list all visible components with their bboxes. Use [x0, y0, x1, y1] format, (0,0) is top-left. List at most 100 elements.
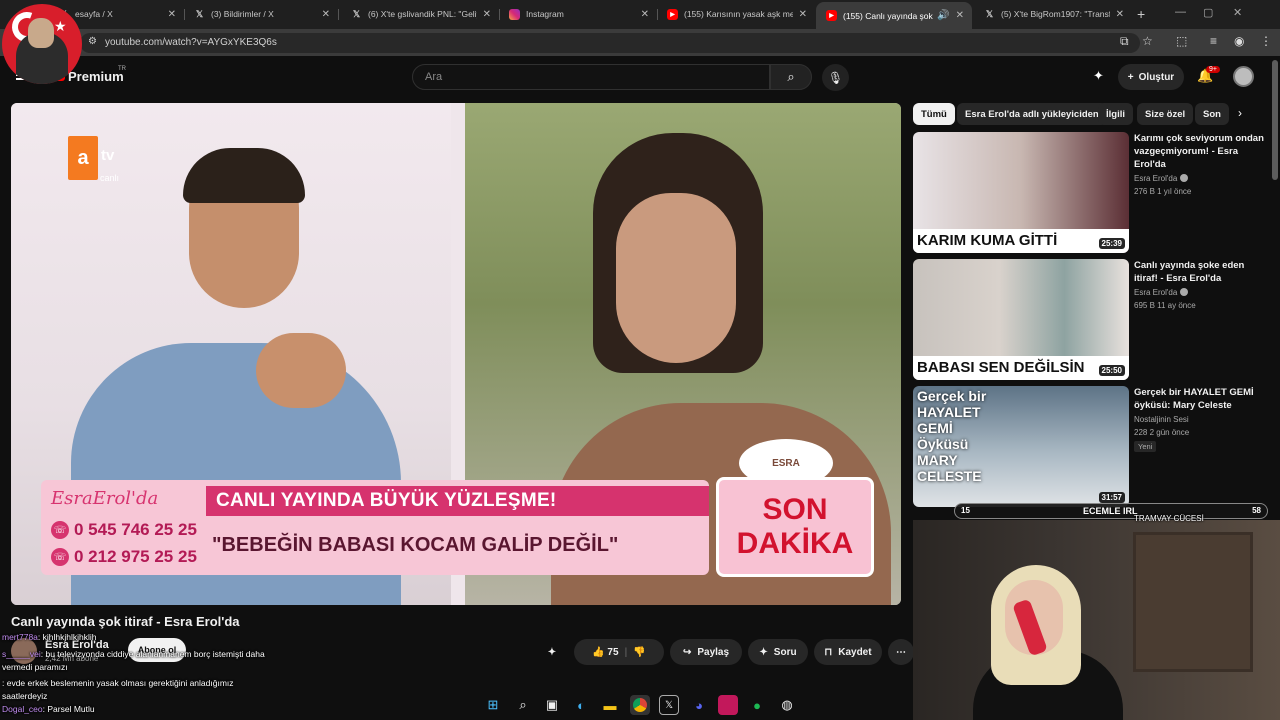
media-control-icon[interactable]: ≡	[1210, 34, 1217, 48]
video-title[interactable]: Gerçek bir HAYALET GEMİ öyküsü: Mary Cel…	[1134, 386, 1264, 412]
cast-icon[interactable]: ⧉	[1120, 34, 1129, 49]
video-player[interactable]: a tv canlı ESRA EsraErol'da ☏ 0 545 746 …	[11, 103, 901, 605]
edge-icon[interactable]: ◐	[571, 695, 591, 715]
address-bar: ⚙ youtube.com/watch?v=AYGxYKE3Q6s ⧉ ☆ ⬚ …	[0, 29, 1280, 56]
browser-tab-3[interactable]: 𝕏 (6) X'te gslivandik PNL: "Geliy ✕	[341, 3, 499, 25]
ask-button[interactable]: ✦ Soru	[748, 639, 808, 665]
search-icon: ⌕	[787, 69, 795, 84]
close-icon[interactable]: ✕	[956, 10, 964, 21]
site-info-icon[interactable]: ⚙	[88, 36, 97, 47]
new-tab-button[interactable]: +	[1137, 6, 1145, 22]
more-actions-button[interactable]: ⋯	[888, 639, 914, 665]
instagram-icon	[509, 8, 520, 20]
search-button[interactable]: ⌕	[770, 64, 812, 90]
maximize-icon[interactable]: ▢	[1203, 6, 1213, 19]
minimize-icon[interactable]: —	[1175, 6, 1186, 18]
profile-icon[interactable]: ◉	[1234, 34, 1244, 48]
bookmark-star-icon[interactable]: ☆	[1142, 34, 1153, 48]
share-icon: ↪	[682, 646, 692, 658]
dislike-button[interactable]: 👎	[633, 647, 645, 658]
chrome-icon[interactable]	[630, 695, 650, 715]
chip-for-you[interactable]: Size özel	[1137, 103, 1194, 125]
tab-title: (155) Karısının yasak aşk mesa	[684, 9, 793, 19]
chat-message: vermedi paramızı	[2, 662, 68, 672]
search-box[interactable]	[412, 64, 770, 90]
browser-tab-5[interactable]: ▶ (155) Karısının yasak aşk mesa ✕	[657, 3, 815, 25]
subheadline: "BEBEĞİN BABASI KOCAM GALİP DEĞİL"	[212, 533, 619, 556]
browser-tab-2[interactable]: 𝕏 (3) Bildirimler / X ✕	[184, 3, 338, 25]
spotify-icon[interactable]: ●	[747, 695, 767, 715]
cast-icon[interactable]: ✦	[1093, 68, 1104, 84]
tab-divider	[338, 9, 339, 20]
account-avatar[interactable]	[1233, 66, 1254, 87]
browser-tab-7[interactable]: 𝕏 (5) X'te BigRom1907: "Transfer ✕	[974, 3, 1132, 25]
video-title[interactable]: Canlı yayında şoke eden itiraf! - Esra E…	[1134, 259, 1264, 285]
like-button[interactable]: 👍 75	[592, 647, 618, 658]
close-icon[interactable]: ✕	[322, 9, 330, 20]
video-title[interactable]: Karımı çok seviyorum ondan vazgeçmiyorum…	[1134, 132, 1264, 171]
x-icon: 𝕏	[352, 8, 361, 19]
windows-start-icon[interactable]: ⊞	[483, 695, 503, 715]
file-explorer-icon[interactable]: ▬	[600, 695, 620, 715]
save-button[interactable]: ⊓ Kaydet	[814, 639, 882, 665]
video-thumbnail[interactable]: BABASI SEN DEĞİLSİN 25:50	[913, 259, 1129, 380]
video-duration: 25:39	[1098, 238, 1125, 249]
create-label: Oluştur	[1138, 71, 1175, 83]
atv-logo: a	[68, 136, 98, 180]
banner-left: 15	[961, 506, 970, 515]
extensions-icon[interactable]: ⬚	[1176, 34, 1187, 48]
chip-all[interactable]: Tümü	[913, 103, 955, 125]
lower-third: EsraErol'da ☏ 0 545 746 25 25 ☏ 0 212 97…	[41, 477, 875, 577]
channel-name[interactable]: Nostaljinin Sesi	[1134, 415, 1189, 424]
chat-message: Dogal_ceo: Parsel Mutlu	[2, 704, 95, 714]
youtube-brand[interactable]: Premium	[68, 69, 124, 84]
close-icon[interactable]: ✕	[1116, 9, 1124, 20]
discord-icon[interactable]: ◕	[689, 695, 709, 715]
task-view-icon[interactable]: ▣	[542, 695, 562, 715]
chevron-right-icon[interactable]: ›	[1238, 106, 1242, 120]
close-icon[interactable]: ✕	[799, 9, 807, 20]
chip-uploader[interactable]: Esra Erol'da adlı yükleyiciden	[957, 103, 1107, 125]
browser-tab-active[interactable]: ▶ (155) Canlı yayında şok itira 🔊 ✕	[816, 2, 972, 29]
extension-icon[interactable]: ✦	[539, 639, 565, 665]
close-icon[interactable]: ✕	[168, 9, 176, 20]
like-dislike-group: 👍 75 | 👎	[574, 639, 664, 665]
close-icon[interactable]: ✕	[641, 9, 649, 20]
page-scrollbar[interactable]	[1272, 60, 1278, 180]
channel-name[interactable]: Esra Erol'da	[1134, 174, 1189, 183]
menu-kebab-icon[interactable]: ⋮	[1260, 34, 1272, 48]
channel-name[interactable]: Esra Erol'da	[1134, 288, 1189, 297]
browser-tab-4[interactable]: Instagram ✕	[499, 3, 657, 25]
app-icon[interactable]	[718, 695, 738, 715]
search-icon[interactable]: ⌕	[513, 695, 533, 715]
microphone-icon: 🎙	[827, 70, 844, 85]
recommended-video[interactable]: KARIM KUMA GİTTİ 25:39 Karımı çok seviyo…	[913, 132, 1268, 253]
recommended-video[interactable]: BABASI SEN DEĞİLSİN 25:50 Canlı yayında …	[913, 259, 1268, 380]
video-duration: 25:50	[1098, 365, 1125, 376]
phone-icon: ☏	[51, 521, 69, 539]
x-app-icon[interactable]: 𝕏	[659, 695, 679, 715]
video-thumbnail[interactable]: KARIM KUMA GİTTİ 25:39	[913, 132, 1129, 253]
tab-title: (155) Canlı yayında şok itira	[843, 10, 934, 21]
video-thumbnail[interactable]: Gerçek bir HAYALET GEMİ Öyküsü MARY CELE…	[913, 386, 1129, 507]
streamer-webcam	[913, 520, 1280, 720]
bookshelf	[1133, 532, 1253, 672]
speaker-icon[interactable]: 🔊	[937, 10, 949, 21]
x-icon: 𝕏	[985, 8, 994, 19]
app-icon[interactable]: ◍	[777, 695, 797, 715]
omnibox[interactable]: ⚙ youtube.com/watch?v=AYGxYKE3Q6s	[80, 33, 1140, 53]
chip-recent[interactable]: Son	[1195, 103, 1229, 125]
chat-message: saatlerdeyiz	[2, 691, 48, 701]
youtube-header: Premium TR ⌕ 🎙 ✦ + Oluştur 🔔 9+	[0, 56, 1280, 98]
voice-search-button[interactable]: 🎙	[822, 64, 849, 91]
chip-related[interactable]: İlgili	[1098, 103, 1133, 125]
recommended-video[interactable]: Gerçek bir HAYALET GEMİ Öyküsü MARY CELE…	[913, 386, 1268, 507]
share-button[interactable]: ↪ Paylaş	[670, 639, 742, 665]
stream-banner: 15 ECEMLE IRL 58	[954, 503, 1268, 519]
search-input[interactable]	[413, 65, 769, 89]
close-icon[interactable]: ✕	[483, 9, 491, 20]
save-label: Kaydet	[838, 646, 872, 658]
window-close-icon[interactable]: ✕	[1233, 6, 1242, 19]
url-text[interactable]: youtube.com/watch?v=AYGxYKE3Q6s	[105, 37, 277, 48]
create-button[interactable]: + Oluştur	[1118, 64, 1184, 90]
